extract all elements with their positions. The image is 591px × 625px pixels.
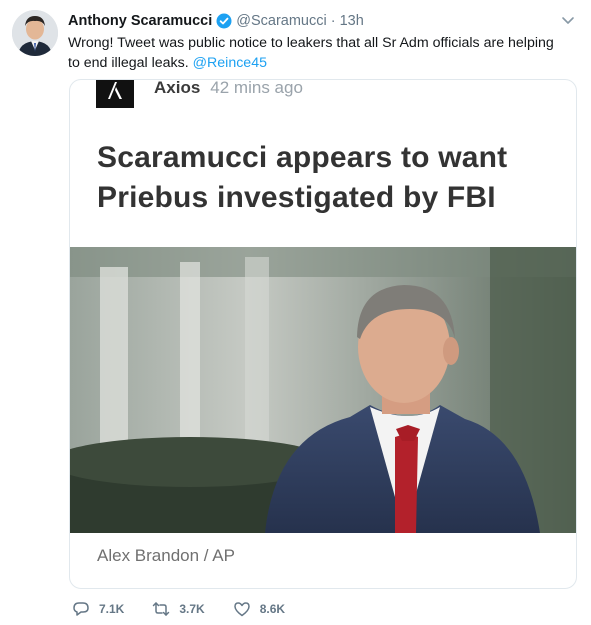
author-name[interactable]: Anthony Scaramucci [68,13,212,29]
card-headline: Scaramucci appears to want Priebus inves… [97,141,508,214]
chevron-down-icon[interactable] [560,12,576,28]
like-icon [233,602,250,617]
retweet-icon [153,602,170,616]
card-age: 42 mins ago [210,79,303,97]
tweet-actions: 7.1K 3.7K 8.6K [72,598,313,620]
card-publisher-row: Axios 42 mins ago [96,79,303,108]
tweet-timestamp[interactable]: 13h [340,13,364,29]
like-count: 8.6K [259,602,286,616]
tweet-header: Anthony Scaramucci @Scaramucci · 13h [68,11,364,31]
tweet-body: Wrong! Tweet was public notice to leaker… [68,35,554,71]
card-body: Axios 42 mins ago Scaramucci appears to … [70,80,576,588]
author-handle[interactable]: @Scaramucci [236,13,326,29]
axios-logo [96,80,134,108]
retweet-count: 3.7K [179,602,205,616]
tweet-text: Wrong! Tweet was public notice to leaker… [68,33,568,73]
tweet: Anthony Scaramucci @Scaramucci · 13h Wro… [0,0,591,625]
card-photo [70,247,576,533]
card-publisher: Axios [154,79,201,97]
author-avatar[interactable] [12,10,58,56]
photo-credit: Alex Brandon / AP [97,546,235,565]
like-button[interactable]: 8.6K [233,600,285,618]
reply-count: 7.1K [99,602,125,616]
reply-icon [73,602,89,616]
verified-badge-icon [216,13,232,29]
reply-button[interactable]: 7.1K [72,600,124,618]
link-card[interactable]: Axios 42 mins ago Scaramucci appears to … [69,79,577,589]
retweet-button[interactable]: 3.7K [152,600,205,618]
mention-link[interactable]: @Reince45 [193,55,267,71]
separator-dot: · [330,13,336,29]
